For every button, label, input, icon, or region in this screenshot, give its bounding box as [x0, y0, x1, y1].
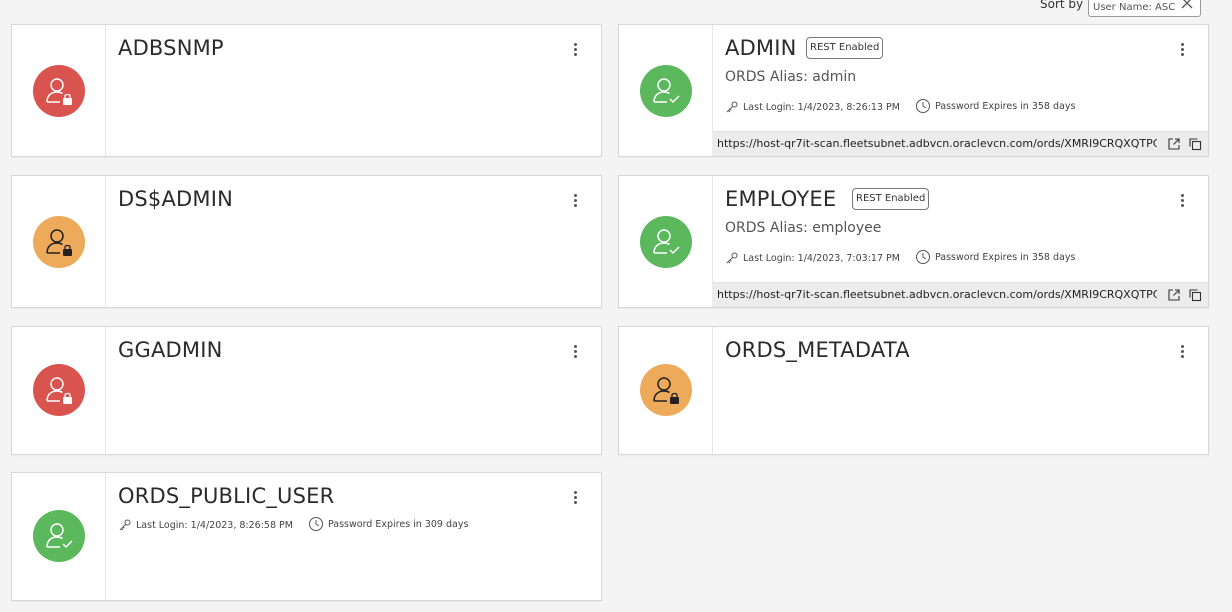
- user-name[interactable]: DS$ADMIN: [118, 187, 233, 211]
- user-card-employee: EMPLOYEE REST Enabled ORDS Alias: employ…: [618, 175, 1209, 308]
- user-name[interactable]: ORDS_METADATA: [725, 338, 910, 362]
- copy-icon[interactable]: [1188, 137, 1202, 151]
- login-meta: Last Login: 1/4/2023, 8:26:13 PM Passwor…: [725, 98, 1087, 117]
- user-locked-icon: [653, 377, 679, 404]
- login-meta: Last Login: 1/4/2023, 7:03:17 PM Passwor…: [725, 249, 1087, 268]
- sort-label: Sort by: [1040, 0, 1084, 11]
- user-name[interactable]: ADMIN: [725, 36, 797, 60]
- user-locked-icon: [46, 377, 72, 404]
- avatar[interactable]: [33, 510, 85, 562]
- card-avatar-panel: [12, 327, 106, 454]
- ords-alias: ORDS Alias: employee: [725, 220, 882, 236]
- open-external-icon[interactable]: [1167, 137, 1181, 151]
- card-avatar-panel: [12, 473, 106, 600]
- rest-url[interactable]: https://host-qr7it-scan.fleetsubnet.adbv…: [717, 137, 1157, 150]
- user-card-adbsnmp: ADBSNMP: [11, 24, 602, 157]
- more-actions-icon[interactable]: [567, 489, 583, 509]
- password-expires: Password Expires in 309 days: [327, 518, 469, 530]
- copy-icon[interactable]: [1188, 288, 1202, 302]
- card-avatar-panel: [619, 25, 713, 156]
- user-check-icon: [653, 229, 680, 255]
- avatar[interactable]: [640, 65, 692, 117]
- more-actions-icon[interactable]: [567, 192, 583, 212]
- user-card-ggadmin: GGADMIN: [11, 326, 602, 455]
- ords-alias: ORDS Alias: admin: [725, 69, 857, 85]
- user-card-ds-admin: DS$ADMIN: [11, 175, 602, 308]
- avatar[interactable]: [33, 364, 85, 416]
- avatar[interactable]: [640, 364, 692, 416]
- last-login: Last Login: 1/4/2023, 8:26:13 PM: [743, 101, 900, 113]
- more-actions-icon[interactable]: [1174, 343, 1190, 363]
- user-card-admin: ADMIN REST Enabled ORDS Alias: admin Las…: [618, 24, 1209, 157]
- key-icon: [726, 252, 738, 264]
- card-avatar-panel: [619, 327, 713, 454]
- open-external-icon[interactable]: [1167, 288, 1181, 302]
- sort-select[interactable]: User Name: ASC: [1088, 0, 1201, 17]
- user-locked-icon: [46, 229, 72, 256]
- user-check-icon: [46, 523, 73, 549]
- key-icon: [726, 101, 738, 113]
- avatar[interactable]: [33, 65, 85, 117]
- avatar[interactable]: [33, 216, 85, 268]
- rest-url-bar: https://host-qr7it-scan.fleetsubnet.adbv…: [712, 131, 1208, 156]
- user-name[interactable]: GGADMIN: [118, 338, 223, 362]
- more-actions-icon[interactable]: [1174, 41, 1190, 61]
- card-avatar-panel: [12, 25, 106, 156]
- user-card-ords-public-user: ORDS_PUBLIC_USER Last Login: 1/4/2023, 8…: [11, 472, 602, 601]
- card-avatar-panel: [12, 176, 106, 307]
- password-expires: Password Expires in 358 days: [934, 100, 1076, 112]
- user-name[interactable]: ORDS_PUBLIC_USER: [118, 484, 334, 508]
- card-avatar-panel: [619, 176, 713, 307]
- sort-value: User Name: ASC: [1093, 2, 1176, 13]
- key-icon: [119, 519, 131, 531]
- more-actions-icon[interactable]: [567, 41, 583, 61]
- rest-url-bar: https://host-qr7it-scan.fleetsubnet.adbv…: [712, 282, 1208, 307]
- user-card-ords-metadata: ORDS_METADATA: [618, 326, 1209, 455]
- clock-icon: [915, 250, 930, 264]
- password-expires: Password Expires in 358 days: [934, 251, 1076, 263]
- user-name[interactable]: ADBSNMP: [118, 36, 224, 60]
- user-name[interactable]: EMPLOYEE: [725, 187, 836, 211]
- user-check-icon: [653, 78, 680, 104]
- rest-enabled-badge: REST Enabled: [806, 37, 884, 59]
- clock-icon: [308, 517, 323, 531]
- rest-enabled-badge: REST Enabled: [852, 188, 930, 210]
- close-icon[interactable]: [1180, 0, 1194, 10]
- last-login: Last Login: 1/4/2023, 8:26:58 PM: [136, 519, 293, 531]
- more-actions-icon[interactable]: [1174, 192, 1190, 212]
- clock-icon: [915, 99, 930, 113]
- last-login: Last Login: 1/4/2023, 7:03:17 PM: [743, 252, 900, 264]
- rest-url[interactable]: https://host-qr7it-scan.fleetsubnet.adbv…: [717, 288, 1157, 301]
- avatar[interactable]: [640, 216, 692, 268]
- more-actions-icon[interactable]: [567, 343, 583, 363]
- user-locked-icon: [46, 78, 72, 105]
- login-meta: Last Login: 1/4/2023, 8:26:58 PM Passwor…: [118, 516, 480, 535]
